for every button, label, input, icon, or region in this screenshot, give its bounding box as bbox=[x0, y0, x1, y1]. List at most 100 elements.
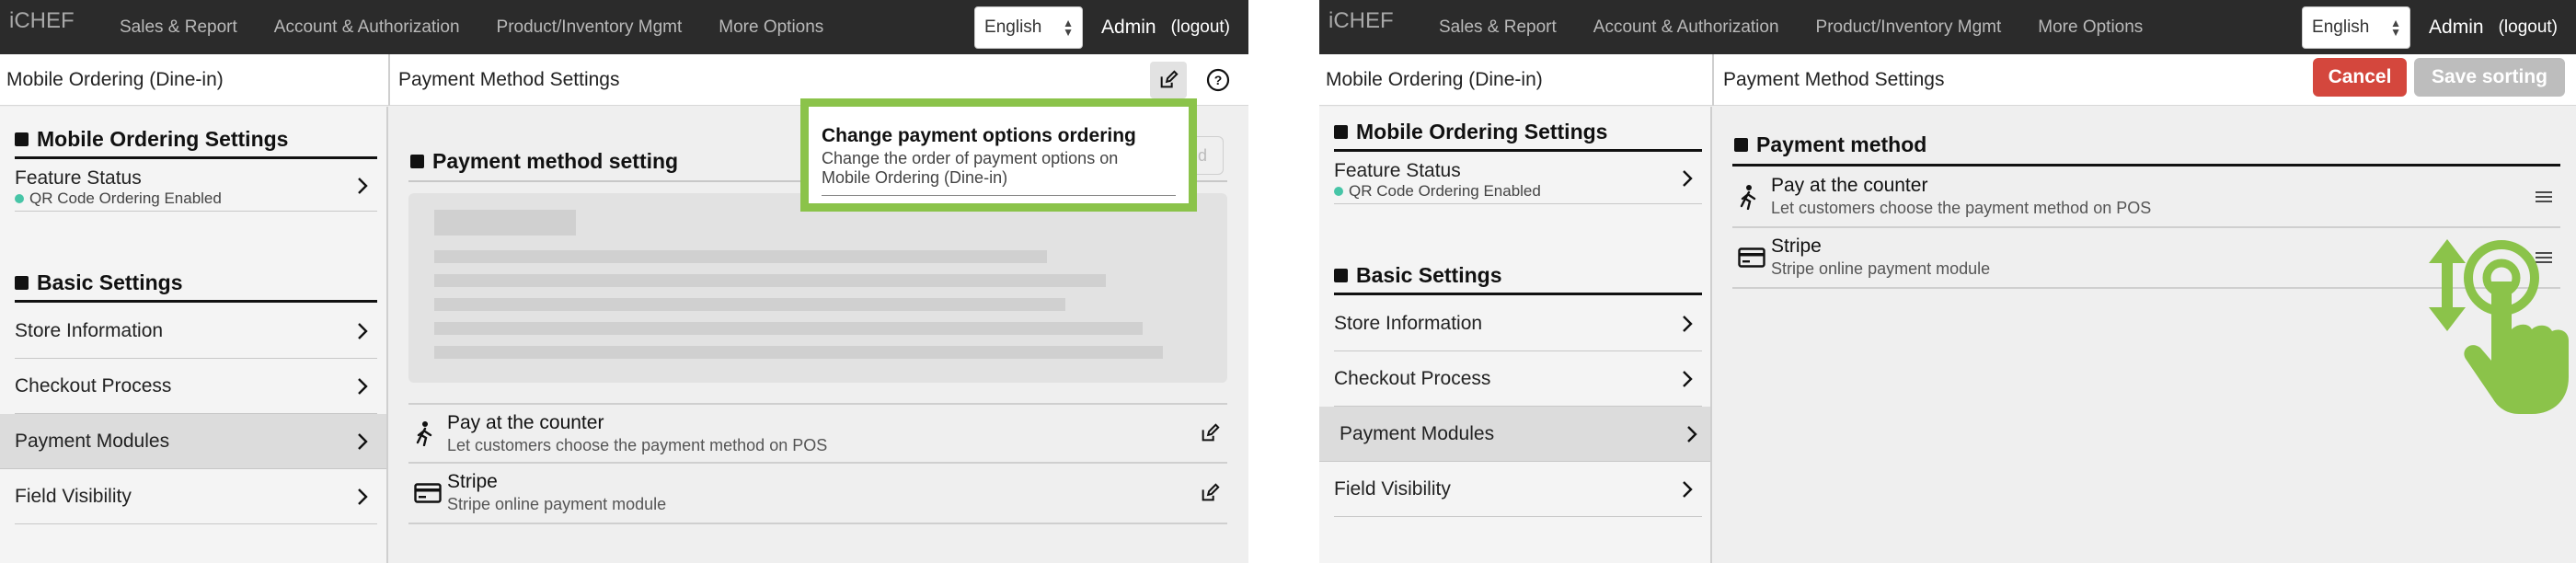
screen-gap bbox=[1248, 0, 1319, 563]
header-divider bbox=[388, 54, 390, 106]
nav-more-options[interactable]: More Options bbox=[2038, 17, 2143, 38]
payment-method-name: Pay at the counter bbox=[447, 412, 604, 433]
select-chevron-icon: ▲ ▼ bbox=[1063, 16, 1075, 39]
sidebar-item-field-visibility[interactable]: Field Visibility bbox=[1334, 462, 1702, 517]
status-dot bbox=[1334, 187, 1343, 196]
sidebar-item-label: Checkout Process bbox=[1334, 368, 1491, 389]
svg-text:?: ? bbox=[1214, 73, 1223, 87]
payment-method-desc: Let customers choose the payment method … bbox=[447, 436, 828, 454]
section-mobile-ordering: Mobile Ordering Settings bbox=[1334, 120, 1607, 144]
section-rule bbox=[15, 300, 377, 303]
payment-method-name: Stripe bbox=[447, 471, 498, 492]
chevron-right-icon bbox=[1683, 480, 1693, 498]
section-basic-settings: Basic Settings bbox=[1334, 263, 1502, 288]
tooltip-title: Change payment options ordering bbox=[822, 125, 1136, 146]
credit-card-icon bbox=[414, 483, 442, 503]
section-square-icon bbox=[15, 276, 29, 290]
section-title: Mobile Ordering Settings bbox=[1356, 120, 1608, 144]
language-value: English bbox=[984, 17, 1042, 37]
nav-sales-report[interactable]: Sales & Report bbox=[1439, 17, 1557, 38]
section-rule bbox=[1334, 149, 1702, 152]
section-title: Basic Settings bbox=[1356, 263, 1502, 287]
nav-right: English ▲ ▼ Admin (logout) bbox=[974, 0, 1230, 54]
status-dot bbox=[15, 194, 24, 203]
sidebar-item-store-information[interactable]: Store Information bbox=[1334, 296, 1702, 351]
cancel-button[interactable]: Cancel bbox=[2313, 58, 2407, 97]
breadcrumb: Mobile Ordering (Dine-in) bbox=[1326, 69, 1543, 90]
hidden-button-label: d bbox=[1198, 145, 1208, 165]
logout-link[interactable]: (logout) bbox=[2499, 17, 2558, 38]
page-title: Payment Method Settings bbox=[1723, 69, 1945, 90]
credit-card-icon bbox=[1738, 247, 1765, 268]
sidebar-item-label: Checkout Process bbox=[15, 375, 172, 396]
sidebar-item-payment-modules[interactable]: Payment Modules bbox=[1319, 407, 1710, 462]
tooltip-divider bbox=[822, 195, 1176, 196]
select-chevron-icon: ▲ ▼ bbox=[2390, 16, 2402, 39]
nav-account-authorization[interactable]: Account & Authorization bbox=[274, 17, 460, 38]
section-mobile-ordering: Mobile Ordering Settings bbox=[15, 127, 288, 152]
admin-user: Admin bbox=[1101, 16, 1156, 38]
sidebar-item-feature-status[interactable]: Feature Status QR Code Ordering Enabled bbox=[15, 160, 377, 212]
section-square-icon bbox=[410, 155, 424, 168]
sidebar-item-label: Feature Status bbox=[15, 167, 142, 189]
help-button[interactable]: ? bbox=[1200, 62, 1236, 98]
chevron-right-icon bbox=[358, 432, 368, 450]
payment-method-desc: Let customers choose the payment method … bbox=[1771, 199, 2152, 217]
chevron-right-icon bbox=[1683, 315, 1693, 332]
admin-user: Admin bbox=[2429, 16, 2484, 38]
chevron-right-icon bbox=[1683, 169, 1693, 187]
section-title-text: Payment method setting bbox=[432, 149, 679, 173]
edit-icon[interactable] bbox=[1200, 423, 1220, 443]
nav-account-authorization[interactable]: Account & Authorization bbox=[1593, 17, 1779, 38]
edit-icon bbox=[1160, 70, 1179, 88]
section-rule bbox=[1334, 293, 1702, 295]
language-select[interactable]: English ▲ ▼ bbox=[2302, 6, 2411, 49]
nav-product-inventory[interactable]: Product/Inventory Mgmt bbox=[1816, 17, 2002, 38]
stage: iCHEF Sales & Report Account & Authoriza… bbox=[0, 0, 2576, 563]
top-nav: iCHEF Sales & Report Account & Authoriza… bbox=[1319, 0, 2576, 54]
skeleton-bar bbox=[434, 346, 1163, 359]
edit-ordering-button[interactable] bbox=[1150, 62, 1187, 98]
payment-method-desc: Stripe online payment module bbox=[447, 495, 667, 513]
sidebar-item-label: Field Visibility bbox=[1334, 478, 1451, 500]
top-nav: iCHEF Sales & Report Account & Authoriza… bbox=[0, 0, 1248, 54]
hidden-button[interactable]: d bbox=[1196, 136, 1224, 175]
sidebar-item-store-information[interactable]: Store Information bbox=[15, 304, 377, 359]
language-select[interactable]: English ▲ ▼ bbox=[974, 6, 1084, 49]
chevron-right-icon bbox=[358, 322, 368, 339]
sidebar-item-payment-modules[interactable]: Payment Modules bbox=[0, 414, 386, 469]
ichef-logo[interactable]: iCHEF bbox=[9, 8, 101, 34]
question-circle-icon: ? bbox=[1206, 68, 1230, 92]
section-square-icon bbox=[1334, 269, 1348, 282]
section-square-icon bbox=[1734, 138, 1748, 152]
sidebar: Mobile Ordering Settings Feature Status … bbox=[1319, 107, 1712, 563]
person-walking-icon bbox=[1740, 185, 1756, 210]
nav-more-options[interactable]: More Options bbox=[719, 17, 823, 38]
payment-method-row: Pay at the counter Let customers choose … bbox=[408, 403, 1227, 464]
sidebar-item-label: Field Visibility bbox=[15, 486, 132, 507]
payment-method-row[interactable]: Pay at the counter Let customers choose … bbox=[1732, 167, 2560, 228]
feature-status-value: QR Code Ordering Enabled bbox=[1349, 182, 1541, 200]
chevron-right-icon bbox=[1687, 425, 1697, 442]
sidebar-item-field-visibility[interactable]: Field Visibility bbox=[15, 469, 377, 524]
sidebar-item-checkout-process[interactable]: Checkout Process bbox=[1334, 351, 1702, 407]
skeleton-bar bbox=[434, 250, 1047, 263]
section-square-icon bbox=[15, 132, 29, 146]
save-sorting-button[interactable]: Save sorting bbox=[2414, 58, 2565, 97]
chevron-right-icon bbox=[358, 377, 368, 395]
sidebar: Mobile Ordering Settings Feature Status … bbox=[0, 107, 388, 563]
ichef-logo[interactable]: iCHEF bbox=[1328, 8, 1420, 34]
edit-icon[interactable] bbox=[1200, 483, 1220, 503]
nav-sales-report[interactable]: Sales & Report bbox=[120, 17, 237, 38]
sidebar-item-feature-status[interactable]: Feature Status QR Code Ordering Enabled bbox=[1334, 153, 1702, 204]
logout-link[interactable]: (logout) bbox=[1171, 17, 1230, 38]
sidebar-item-checkout-process[interactable]: Checkout Process bbox=[15, 359, 377, 414]
skeleton-bar bbox=[434, 274, 1106, 287]
breadcrumb: Mobile Ordering (Dine-in) bbox=[6, 69, 224, 90]
nav-right: English ▲ ▼ Admin (logout) bbox=[2302, 0, 2558, 54]
drag-handle-icon[interactable] bbox=[2535, 190, 2553, 203]
content-section-title: Payment method bbox=[1734, 132, 1926, 157]
section-square-icon bbox=[1334, 125, 1348, 139]
nav-product-inventory[interactable]: Product/Inventory Mgmt bbox=[497, 17, 683, 38]
page-title: Payment Method Settings bbox=[398, 69, 620, 90]
